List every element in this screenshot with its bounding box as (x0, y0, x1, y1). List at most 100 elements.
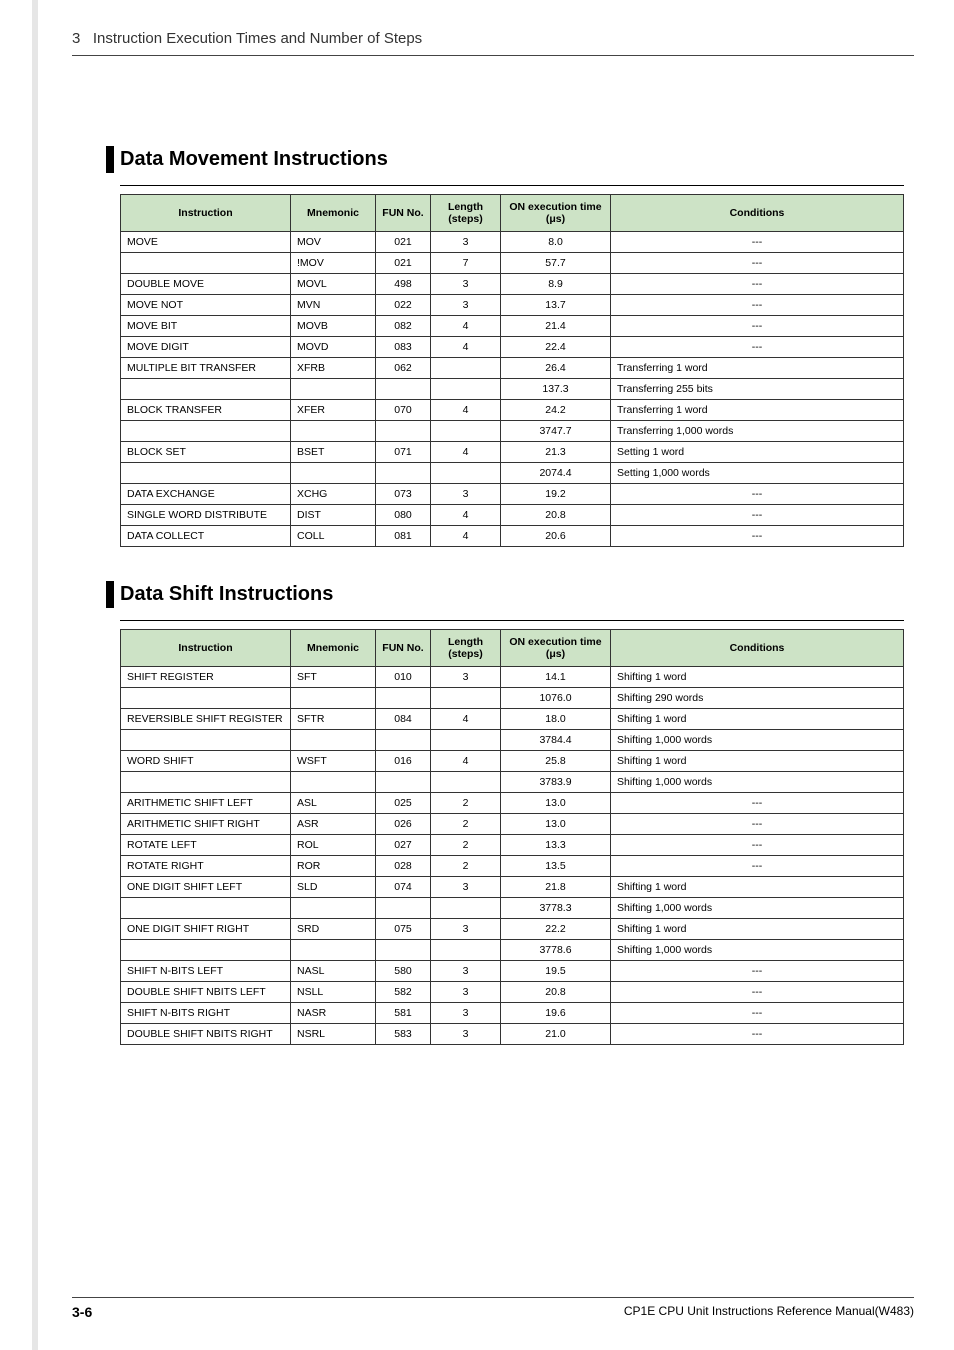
cell-on-exec: 3778.3 (501, 898, 611, 919)
cell-on-exec: 13.0 (501, 793, 611, 814)
cell-fun-no: 028 (376, 856, 431, 877)
cell-mnemonic (291, 688, 376, 709)
table-row: 3783.9Shifting 1,000 words (121, 772, 904, 793)
cell-mnemonic: XCHG (291, 484, 376, 505)
table-row: SHIFT N-BITS RIGHTNASR581319.6--- (121, 1003, 904, 1024)
table-row: BLOCK TRANSFERXFER070424.2Transferring 1… (121, 400, 904, 421)
cell-fun-no (376, 379, 431, 400)
cell-instruction: SHIFT N-BITS RIGHT (121, 1003, 291, 1024)
cell-mnemonic: DIST (291, 505, 376, 526)
table-row: DOUBLE SHIFT NBITS LEFTNSLL582320.8--- (121, 982, 904, 1003)
cell-length: 4 (431, 526, 501, 547)
cell-on-exec: 25.8 (501, 751, 611, 772)
col-mnemonic: Mnemonic (291, 630, 376, 667)
cell-length (431, 730, 501, 751)
cell-mnemonic: MOVB (291, 316, 376, 337)
page-header: 3 Instruction Execution Times and Number… (0, 0, 954, 55)
cell-fun-no: 027 (376, 835, 431, 856)
cell-on-exec: 13.0 (501, 814, 611, 835)
cell-mnemonic (291, 940, 376, 961)
cell-on-exec: 13.7 (501, 295, 611, 316)
cell-length: 3 (431, 961, 501, 982)
section-underline (120, 620, 904, 621)
table-row: DATA COLLECTCOLL081420.6--- (121, 526, 904, 547)
cell-conditions: Transferring 1,000 words (611, 421, 904, 442)
cell-fun-no (376, 730, 431, 751)
cell-on-exec: 20.8 (501, 505, 611, 526)
cell-conditions: --- (611, 505, 904, 526)
cell-fun-no: 021 (376, 253, 431, 274)
cell-length: 3 (431, 484, 501, 505)
table-row: SINGLE WORD DISTRIBUTEDIST080420.8--- (121, 505, 904, 526)
cell-fun-no: 073 (376, 484, 431, 505)
cell-length: 3 (431, 877, 501, 898)
table-header-row: Instruction Mnemonic FUN No. Length (ste… (121, 630, 904, 667)
cell-conditions: Transferring 1 word (611, 400, 904, 421)
cell-fun-no: 083 (376, 337, 431, 358)
cell-conditions: --- (611, 232, 904, 253)
cell-instruction (121, 730, 291, 751)
table-row: WORD SHIFTWSFT016425.8Shifting 1 word (121, 751, 904, 772)
cell-fun-no: 016 (376, 751, 431, 772)
table-row: BLOCK SETBSET071421.3Setting 1 word (121, 442, 904, 463)
cell-fun-no: 580 (376, 961, 431, 982)
cell-length: 4 (431, 505, 501, 526)
cell-fun-no: 498 (376, 274, 431, 295)
cell-instruction: MOVE NOT (121, 295, 291, 316)
cell-length: 3 (431, 232, 501, 253)
cell-mnemonic: NSLL (291, 982, 376, 1003)
cell-fun-no: 074 (376, 877, 431, 898)
cell-fun-no: 084 (376, 709, 431, 730)
cell-fun-no: 025 (376, 793, 431, 814)
cell-mnemonic: NASL (291, 961, 376, 982)
cell-instruction: DOUBLE SHIFT NBITS LEFT (121, 982, 291, 1003)
table-header-row: Instruction Mnemonic FUN No. Length (ste… (121, 195, 904, 232)
cell-mnemonic: ROL (291, 835, 376, 856)
cell-on-exec: 137.3 (501, 379, 611, 400)
col-length: Length (steps) (431, 630, 501, 667)
cell-conditions: Shifting 1,000 words (611, 730, 904, 751)
table-row: 1076.0Shifting 290 words (121, 688, 904, 709)
cell-length (431, 940, 501, 961)
cell-instruction: BLOCK TRANSFER (121, 400, 291, 421)
cell-fun-no (376, 898, 431, 919)
cell-conditions: --- (611, 253, 904, 274)
section-heading: Data Shift Instructions (106, 581, 904, 608)
cell-instruction: ROTATE RIGHT (121, 856, 291, 877)
cell-instruction (121, 421, 291, 442)
cell-fun-no: 583 (376, 1024, 431, 1045)
cell-fun-no: 026 (376, 814, 431, 835)
cell-instruction (121, 463, 291, 484)
header-section-number: 3 (72, 30, 80, 47)
table-row: MOVE DIGITMOVD083422.4--- (121, 337, 904, 358)
cell-on-exec: 13.3 (501, 835, 611, 856)
cell-fun-no: 021 (376, 232, 431, 253)
cell-instruction: REVERSIBLE SHIFT REGISTER (121, 709, 291, 730)
cell-instruction: ROTATE LEFT (121, 835, 291, 856)
cell-mnemonic: !MOV (291, 253, 376, 274)
table-row: 3778.6Shifting 1,000 words (121, 940, 904, 961)
cell-instruction (121, 253, 291, 274)
cell-conditions: Transferring 1 word (611, 358, 904, 379)
col-fun-no: FUN No. (376, 630, 431, 667)
cell-length (431, 421, 501, 442)
table-row: DATA EXCHANGEXCHG073319.2--- (121, 484, 904, 505)
cell-conditions: --- (611, 1003, 904, 1024)
cell-conditions: --- (611, 316, 904, 337)
col-mnemonic: Mnemonic (291, 195, 376, 232)
cell-mnemonic: WSFT (291, 751, 376, 772)
cell-on-exec: 1076.0 (501, 688, 611, 709)
cell-on-exec: 21.0 (501, 1024, 611, 1045)
cell-conditions: Setting 1,000 words (611, 463, 904, 484)
cell-mnemonic: SRD (291, 919, 376, 940)
left-margin-bar (32, 0, 38, 1350)
table-row: 137.3Transferring 255 bits (121, 379, 904, 400)
col-conditions: Conditions (611, 630, 904, 667)
cell-length: 2 (431, 793, 501, 814)
cell-conditions: --- (611, 793, 904, 814)
cell-conditions: Transferring 255 bits (611, 379, 904, 400)
cell-on-exec: 19.5 (501, 961, 611, 982)
cell-length: 3 (431, 295, 501, 316)
cell-length (431, 463, 501, 484)
table-row: 3747.7Transferring 1,000 words (121, 421, 904, 442)
